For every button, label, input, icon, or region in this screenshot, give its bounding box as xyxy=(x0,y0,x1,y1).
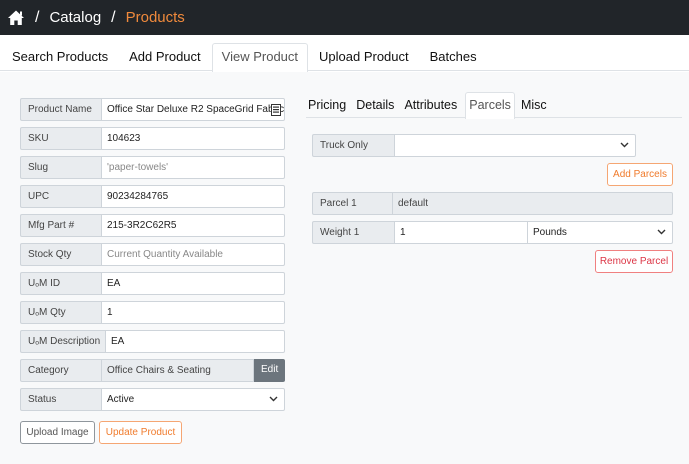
stock-qty-group: Stock Qty Current Quantity Available xyxy=(20,243,285,266)
sku-group: SKU 104623 xyxy=(20,127,285,150)
sku-label: SKU xyxy=(20,127,101,150)
detail-tabs: Pricing Details Attributes Parcels Misc xyxy=(306,92,682,119)
uom-qty-group: UₒM Qty 1 xyxy=(20,301,285,324)
home-icon[interactable] xyxy=(7,9,25,27)
uom-description-input[interactable]: EA xyxy=(105,330,285,353)
remove-parcel-button[interactable]: Remove Parcel xyxy=(595,250,673,273)
weight-1-group: Weight 1 1 Pounds xyxy=(312,221,673,244)
category-edit-button[interactable]: Edit xyxy=(254,359,285,382)
breadcrumb-separator: / xyxy=(111,8,116,26)
uom-qty-input[interactable]: 1 xyxy=(101,301,285,324)
product-tabs: Search Products Add Product View Product… xyxy=(0,43,689,72)
parcel-1-group: Parcel 1 default xyxy=(312,192,673,215)
category-label: Category xyxy=(20,359,101,382)
uom-id-input[interactable]: EA xyxy=(101,272,285,295)
upload-image-button[interactable]: Upload Image xyxy=(20,421,95,444)
weight-unit-selected-value: Pounds xyxy=(533,227,567,238)
breadcrumb-catalog[interactable]: Catalog xyxy=(49,9,101,26)
stock-qty-label: Stock Qty xyxy=(20,243,101,266)
truck-only-label: Truck Only xyxy=(312,134,394,157)
status-label: Status xyxy=(20,388,101,411)
tab-add-product[interactable]: Add Product xyxy=(119,43,211,71)
document-icon xyxy=(271,104,281,116)
status-group: Status Active xyxy=(20,388,285,411)
mfg-part-input[interactable]: 215-3R2C62R5 xyxy=(101,214,285,237)
tab-batches[interactable]: Batches xyxy=(420,43,487,71)
parcel-1-value: default xyxy=(392,192,673,215)
chevron-down-icon xyxy=(620,140,629,149)
product-name-label: Product Name xyxy=(20,98,101,121)
product-name-value: Office Star Deluxe R2 SpaceGrid Fabric xyxy=(107,104,285,115)
tab-pricing[interactable]: Pricing xyxy=(306,92,350,118)
top-navbar: / Catalog / Products xyxy=(0,0,689,35)
stock-qty-input[interactable]: Current Quantity Available xyxy=(101,243,285,266)
weight-1-input[interactable]: 1 xyxy=(394,221,528,244)
weight-1-label: Weight 1 xyxy=(312,221,394,244)
tab-search-products[interactable]: Search Products xyxy=(2,43,118,71)
tab-upload-product[interactable]: Upload Product xyxy=(309,43,419,71)
mfg-part-group: Mfg Part # 215-3R2C62R5 xyxy=(20,214,285,237)
tab-misc[interactable]: Misc xyxy=(519,92,551,118)
category-group: Category Office Chairs & Seating Edit xyxy=(20,359,285,382)
uom-description-group: UₒM Description EA xyxy=(20,330,285,353)
sku-input[interactable]: 104623 xyxy=(101,127,285,150)
status-selected-value: Active xyxy=(107,394,135,405)
tab-view-product[interactable]: View Product xyxy=(211,43,309,72)
parcel-1-label: Parcel 1 xyxy=(312,192,392,215)
product-name-input[interactable]: Office Star Deluxe R2 SpaceGrid Fabric xyxy=(101,98,285,121)
tab-attributes[interactable]: Attributes xyxy=(402,92,461,118)
upc-label: UPC xyxy=(20,185,101,208)
weight-unit-select[interactable]: Pounds xyxy=(528,221,673,244)
breadcrumb-products: Products xyxy=(125,9,185,26)
upc-group: UPC 90234284765 xyxy=(20,185,285,208)
add-parcels-button[interactable]: Add Parcels xyxy=(607,163,673,186)
tab-parcels[interactable]: Parcels xyxy=(465,92,515,119)
uom-id-label: UₒM ID xyxy=(20,272,101,295)
upc-input[interactable]: 90234284765 xyxy=(101,185,285,208)
tab-details[interactable]: Details xyxy=(354,92,398,118)
uom-id-group: UₒM ID EA xyxy=(20,272,285,295)
truck-only-select[interactable] xyxy=(394,134,636,157)
chevron-down-icon xyxy=(269,394,278,403)
status-select[interactable]: Active xyxy=(101,388,285,411)
slug-group: Slug 'paper-towels' xyxy=(20,156,285,179)
update-product-button[interactable]: Update Product xyxy=(99,421,182,444)
breadcrumb-separator: / xyxy=(35,8,40,26)
uom-description-label: UₒM Description xyxy=(20,330,105,353)
chevron-down-icon xyxy=(657,227,666,236)
uom-qty-label: UₒM Qty xyxy=(20,301,101,324)
product-name-group: Product Name Office Star Deluxe R2 Space… xyxy=(20,98,285,121)
mfg-part-label: Mfg Part # xyxy=(20,214,101,237)
truck-only-group: Truck Only xyxy=(312,134,636,157)
category-value: Office Chairs & Seating xyxy=(101,359,254,382)
slug-input[interactable]: 'paper-towels' xyxy=(101,156,285,179)
slug-label: Slug xyxy=(20,156,101,179)
